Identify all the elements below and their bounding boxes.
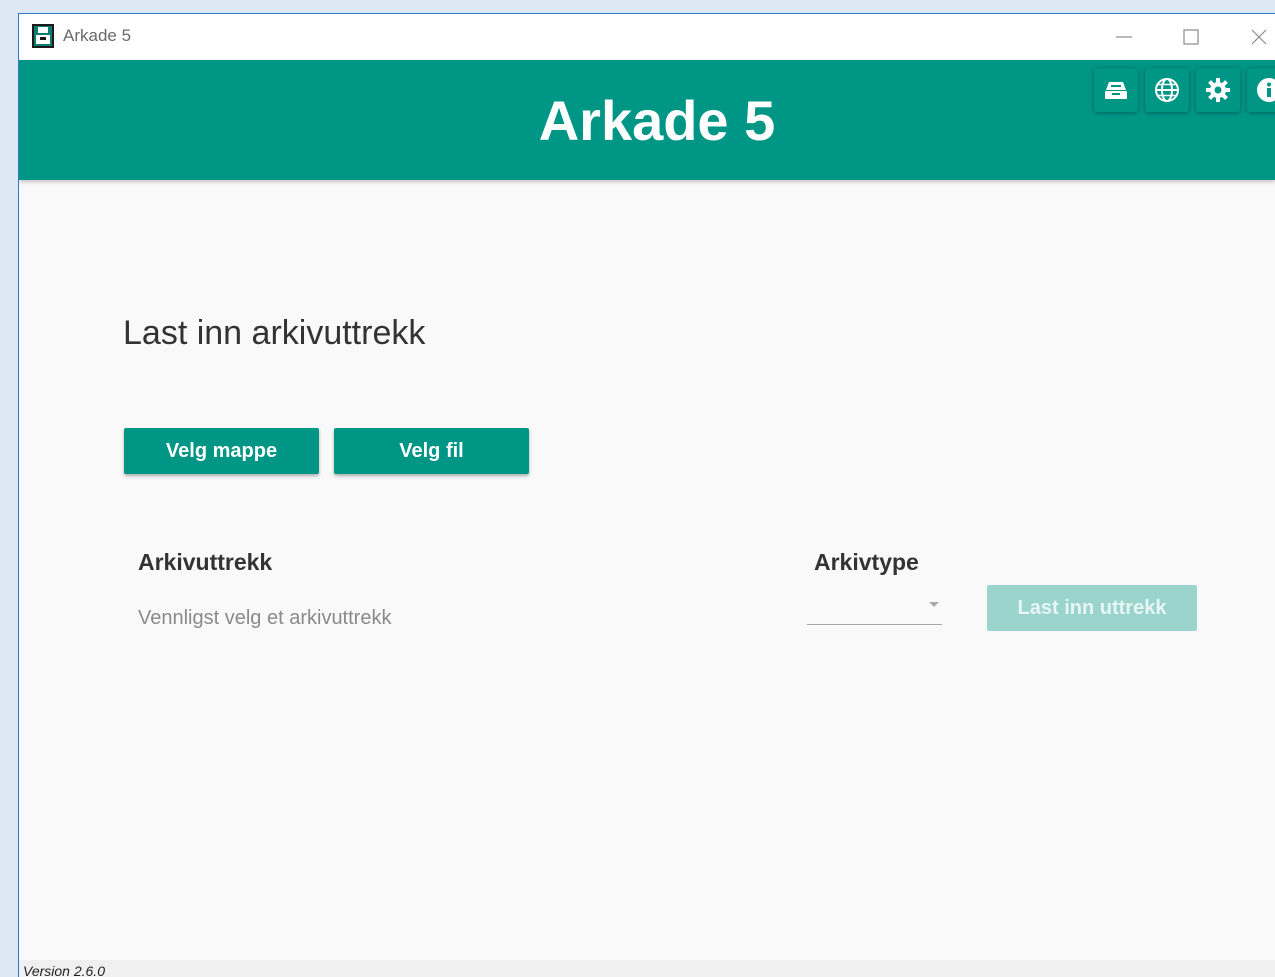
title-bar: Arkade 5 <box>19 14 1275 60</box>
window-title: Arkade 5 <box>63 26 132 45</box>
info-button[interactable] <box>1247 68 1275 112</box>
language-button[interactable] <box>1145 68 1189 112</box>
chevron-down-icon <box>929 602 939 607</box>
archive-type-label: Arkivtype <box>814 549 919 575</box>
minimize-button[interactable] <box>1094 14 1154 60</box>
archive-extract-placeholder: Vennligst velg et arkivuttrekk <box>138 607 392 629</box>
select-file-button[interactable]: Velg fil <box>334 428 529 474</box>
globe-icon <box>1155 78 1179 102</box>
gear-icon <box>1206 78 1230 102</box>
close-button[interactable] <box>1229 14 1275 60</box>
page-title: Last inn arkivuttrekk <box>123 314 426 352</box>
header-title: Arkade 5 <box>538 89 776 152</box>
arkade-app-icon <box>32 24 54 48</box>
archive-type-select[interactable] <box>807 594 942 625</box>
select-folder-button[interactable]: Velg mappe <box>124 428 319 474</box>
settings-button[interactable] <box>1196 68 1240 112</box>
info-icon <box>1257 78 1275 102</box>
version-label: Version 2.6.0 <box>23 963 105 977</box>
minimize-icon <box>1116 36 1132 38</box>
app-window: Arkade 5 Arkade 5 Last inn arkivuttrekk … <box>18 13 1275 977</box>
close-icon <box>1251 29 1267 45</box>
maximize-button[interactable] <box>1161 14 1221 60</box>
load-extract-button[interactable]: Last inn uttrekk <box>987 585 1197 631</box>
archive-tray-button[interactable] <box>1094 68 1138 112</box>
archive-extract-label: Arkivuttrekk <box>138 549 273 575</box>
archive-tray-icon <box>1105 82 1127 99</box>
status-bar: Version 2.6.0 <box>19 960 1275 977</box>
app-header: Arkade 5 <box>19 60 1275 180</box>
maximize-icon <box>1183 29 1199 45</box>
